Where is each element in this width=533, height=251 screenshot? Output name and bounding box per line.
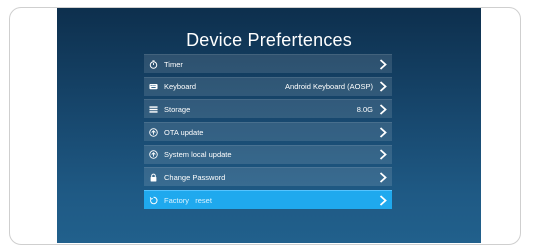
menu-item-label: Keyboard (164, 82, 197, 92)
menu-item-factory-reset[interactable]: Factory reset (144, 190, 392, 210)
menu-item-storage[interactable]: Storage 8.0G (144, 99, 392, 119)
menu-item-change-password[interactable]: Change Password (144, 167, 392, 187)
storage-icon (149, 105, 158, 114)
menu-item-label: Change Password (164, 172, 226, 182)
chevron-right-icon (378, 149, 388, 161)
preferences-menu: Timer Keyboard Android Keyboard (AOSP) S… (144, 54, 392, 213)
menu-item-system-local-update[interactable]: System local update (144, 144, 392, 164)
menu-item-timer[interactable]: Timer (144, 54, 392, 73)
menu-item-value: 8.0G (356, 104, 373, 114)
menu-item-ota-update[interactable]: OTA update (144, 122, 392, 142)
menu-item-label: Factory reset (164, 195, 212, 205)
reset-icon (149, 196, 158, 205)
lock-icon (149, 173, 158, 182)
chevron-right-icon (378, 126, 388, 138)
tv-screen: Device Prefertences Timer Keyboard Andro… (57, 8, 481, 243)
page-title: Device Prefertences (186, 30, 352, 50)
chevron-right-icon (378, 171, 388, 183)
menu-item-label: System local update (164, 150, 232, 160)
upload-circle-icon (149, 127, 158, 137)
menu-item-label: Timer (164, 59, 183, 69)
chevron-right-icon (378, 81, 388, 93)
chevron-right-icon (378, 194, 388, 206)
chevron-right-icon (378, 58, 388, 70)
keyboard-icon (149, 82, 158, 91)
timer-icon (149, 59, 158, 69)
menu-item-label: OTA update (164, 127, 204, 137)
menu-item-keyboard[interactable]: Keyboard Android Keyboard (AOSP) (144, 76, 392, 96)
chevron-right-icon (378, 103, 388, 115)
menu-item-value: Android Keyboard (AOSP) (285, 82, 373, 92)
upload-circle-icon (149, 150, 158, 159)
menu-item-label: Storage (164, 104, 191, 114)
